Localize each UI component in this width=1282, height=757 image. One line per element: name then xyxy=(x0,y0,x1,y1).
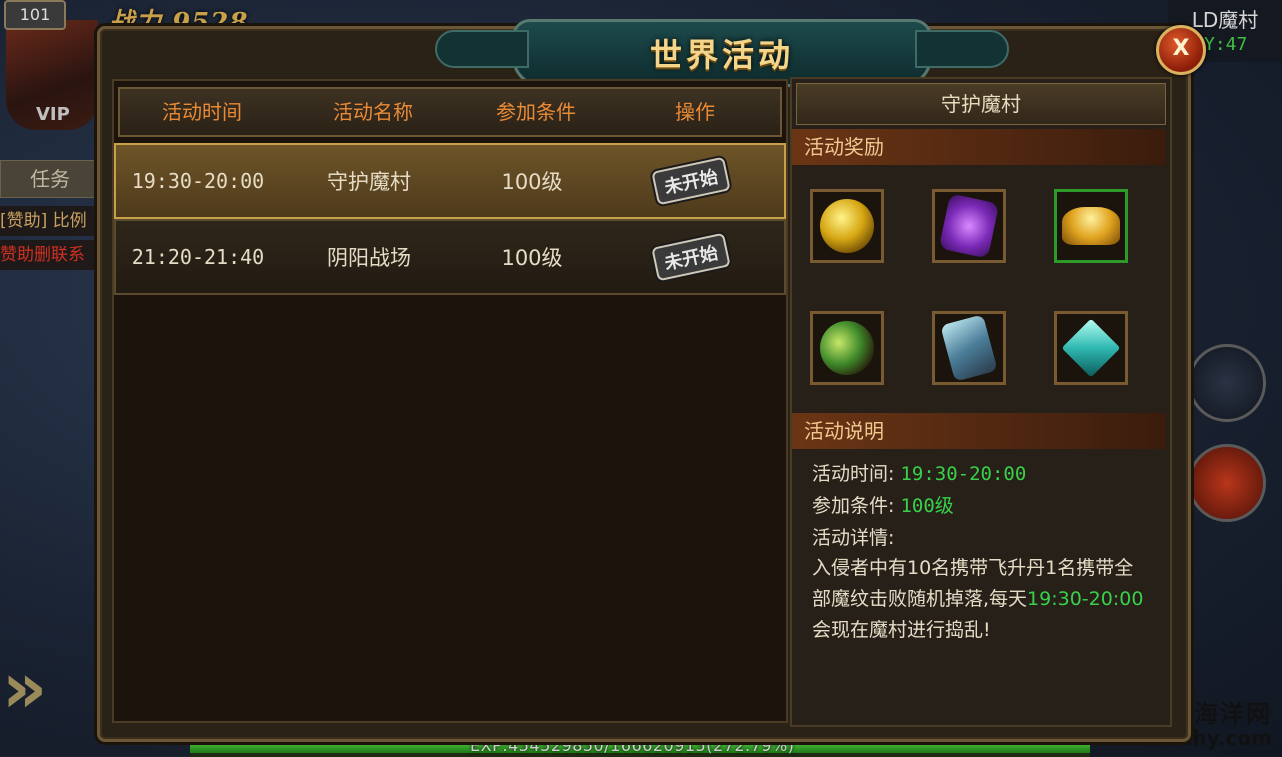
rewards-heading: 活动奖励 xyxy=(792,129,1166,165)
gold-ingot-icon xyxy=(1062,207,1120,245)
activity-detail-panel: 守护魔村 活动奖励 活动说明 活动时间: 19:30-20:00 参加条件: 1… xyxy=(790,77,1172,727)
reward-slot[interactable] xyxy=(1054,311,1128,385)
skill-button[interactable] xyxy=(1188,344,1266,422)
world-activity-dialog: 世界活动 X 活动时间 活动名称 参加条件 操作 19:30-20:00 守护魔… xyxy=(97,19,1206,742)
cyan-crystal-icon xyxy=(1061,318,1121,378)
info-details-label: 活动详情: xyxy=(812,527,895,549)
info-time-label: 活动时间: xyxy=(812,463,895,485)
activity-row[interactable]: 21:20-21:40 阴阳战场 100级 未开始 xyxy=(114,219,786,295)
attack-button[interactable] xyxy=(1188,444,1266,522)
detail-title: 守护魔村 xyxy=(796,83,1166,125)
map-coordinates: Y:47 xyxy=(1204,34,1248,55)
activity-list-header: 活动时间 活动名称 参加条件 操作 xyxy=(118,87,782,137)
vip-badge[interactable]: VIP xyxy=(36,104,70,125)
activity-row[interactable]: 19:30-20:00 守护魔村 100级 未开始 xyxy=(114,143,786,219)
close-button[interactable]: X xyxy=(1156,25,1206,75)
activity-requirement: 100级 xyxy=(501,170,563,194)
info-requirement: 参加条件: 100级 xyxy=(812,491,954,518)
not-started-button[interactable]: 未开始 xyxy=(651,156,731,206)
info-heading: 活动说明 xyxy=(792,413,1166,449)
activity-name: 守护魔村 xyxy=(327,170,411,194)
info-time-value: 19:30-20:00 xyxy=(900,463,1027,485)
description-time-highlight: 19:30-20:00 xyxy=(1027,588,1144,610)
chat-line: [赞助] 比例 xyxy=(0,206,98,236)
silver-armor-icon xyxy=(940,314,998,382)
activity-action-cell: 未开始 xyxy=(606,156,776,206)
green-blade-icon xyxy=(820,321,874,375)
not-started-button[interactable]: 未开始 xyxy=(651,232,731,282)
activity-time: 21:20-21:40 xyxy=(131,245,265,269)
task-button[interactable]: 任务 xyxy=(0,160,100,198)
activity-requirement: 100级 xyxy=(501,246,563,270)
column-header-time: 活动时间 xyxy=(162,100,242,124)
info-requirement-value: 100级 xyxy=(900,495,954,517)
reward-slot[interactable] xyxy=(810,189,884,263)
reward-slot[interactable] xyxy=(932,189,1006,263)
title-ornament-left xyxy=(435,30,529,68)
reward-slot[interactable] xyxy=(932,311,1006,385)
purple-gem-icon xyxy=(938,193,1000,259)
activity-time: 19:30-20:00 xyxy=(131,169,265,193)
gold-coin-icon xyxy=(820,199,874,253)
column-header-requirement: 参加条件 xyxy=(496,100,576,124)
chat-line: 赞助删联系 xyxy=(0,240,98,270)
player-level-badge: 101 xyxy=(4,0,66,30)
activity-action-cell: 未开始 xyxy=(606,232,776,282)
activity-description: 入侵者中有10名携带飞升丹1名携带全部魔纹击败随机掉落,每天19:30-20:0… xyxy=(812,553,1152,646)
dialog-title: 世界活动 xyxy=(649,36,794,74)
title-ornament-right xyxy=(915,30,1009,68)
info-time: 活动时间: 19:30-20:00 xyxy=(812,459,1026,486)
reward-slot[interactable] xyxy=(1054,189,1128,263)
activity-name: 阴阳战场 xyxy=(327,246,411,270)
expand-arrow-icon[interactable]: » xyxy=(2,648,54,728)
description-text-end: 会现在魔村进行捣乱! xyxy=(812,619,991,641)
activity-list-panel: 活动时间 活动名称 参加条件 操作 19:30-20:00 守护魔村 100级 … xyxy=(112,79,788,723)
column-header-name: 活动名称 xyxy=(333,100,413,124)
info-requirement-label: 参加条件: xyxy=(812,495,895,517)
reward-slot[interactable] xyxy=(810,311,884,385)
column-header-action: 操作 xyxy=(675,100,715,124)
